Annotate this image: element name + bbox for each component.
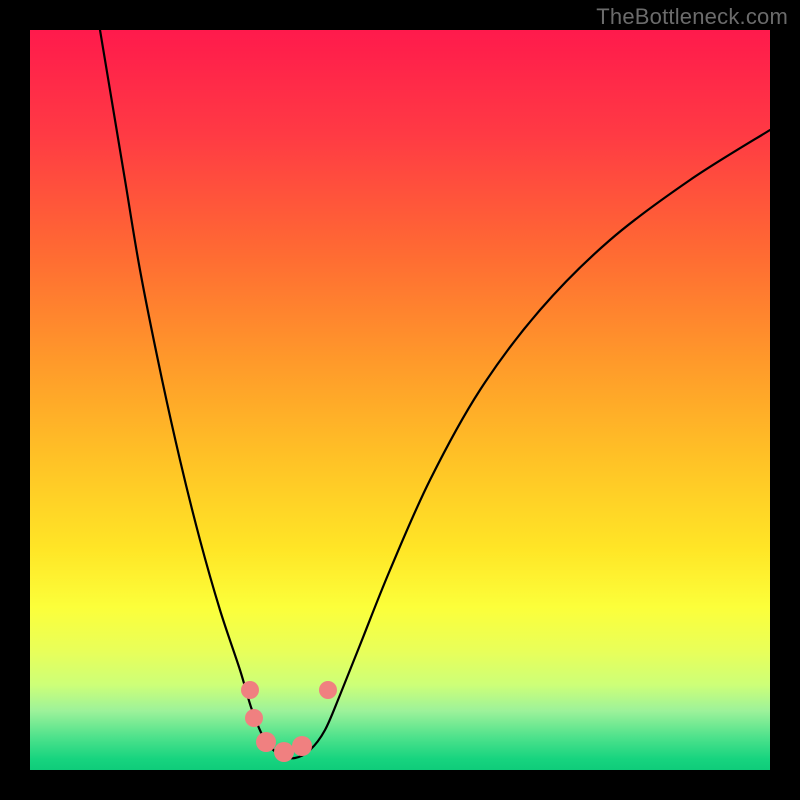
valley-marker-bottom3 (292, 736, 312, 756)
valley-markers (241, 681, 337, 762)
watermark-text: TheBottleneck.com (596, 4, 788, 30)
valley-marker-left2 (245, 709, 263, 727)
valley-marker-bottom2 (274, 742, 294, 762)
valley-marker-bottom1 (256, 732, 276, 752)
curve-layer (30, 30, 770, 770)
valley-marker-right (319, 681, 337, 699)
valley-marker-left (241, 681, 259, 699)
plot-area (30, 30, 770, 770)
bottleneck-curve (100, 30, 770, 758)
chart-frame: TheBottleneck.com (0, 0, 800, 800)
